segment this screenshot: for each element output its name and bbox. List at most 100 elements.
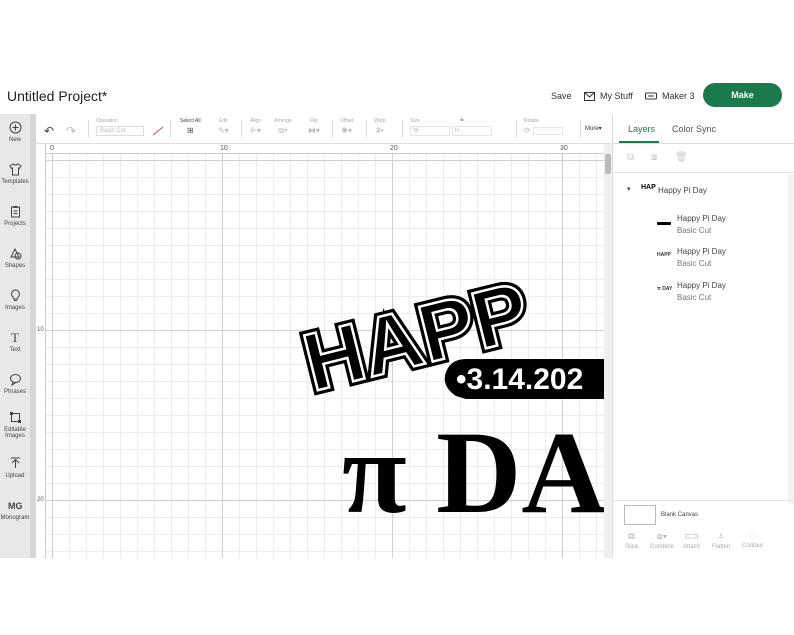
flip-label: Flip <box>309 118 319 124</box>
pi-day-text: π DA <box>342 407 604 538</box>
trash-icon[interactable]: 🗑︎ <box>675 152 688 163</box>
combine-button[interactable]: ⧈▾ Combine <box>650 531 674 550</box>
operation-select[interactable]: Operation Basic Cut <box>96 118 156 136</box>
ruler-mark: 10 <box>37 327 44 333</box>
sidebar-item-images[interactable]: Images <box>0 289 30 311</box>
tab-layers[interactable]: Layers <box>628 124 655 134</box>
tab-divider <box>613 143 794 144</box>
blank-canvas-label: Blank Canvas <box>661 512 699 518</box>
attach-button[interactable]: ⊂⊃ Attach <box>683 531 700 550</box>
arrange-label: Arrange <box>274 118 292 124</box>
project-title[interactable]: Untitled Project* <box>7 88 107 104</box>
pen-swatch-icon[interactable] <box>152 126 164 138</box>
more-button[interactable]: More▾ <box>585 125 602 132</box>
undo-button[interactable]: ↶ <box>44 124 54 138</box>
edit-button[interactable]: Edit ✎▾ <box>218 118 229 135</box>
sidebar-item-upload[interactable]: Upload <box>0 457 30 479</box>
size-w-field[interactable]: W <box>410 126 450 136</box>
ruler-mark: 0 <box>50 145 54 152</box>
operation-label: Operation <box>96 118 118 124</box>
lock-icon[interactable]: 🔒︎ <box>460 116 464 124</box>
sidebar-item-projects[interactable]: Projects <box>0 205 30 227</box>
redo-icon: ↷ <box>66 124 77 138</box>
select-all-label: Select All <box>180 118 201 124</box>
design-canvas[interactable]: HAPP HAPP •3.14.202 π DA <box>46 154 604 558</box>
undo-icon: ↶ <box>44 124 55 138</box>
flip-button[interactable]: Flip ⧓▾ <box>308 118 320 135</box>
rotate-icon: ⟳ <box>524 126 574 135</box>
canvas-scrollbar[interactable] <box>604 144 612 558</box>
toolbar-divider <box>516 120 517 138</box>
design-artwork[interactable]: HAPP HAPP •3.14.202 π DA <box>46 154 604 558</box>
left-sidebar: New Templates Projects Shapes Images T T… <box>0 114 36 558</box>
panel-scrollbar[interactable] <box>788 174 794 504</box>
sidebar-item-templates[interactable]: Templates <box>0 163 30 185</box>
sidebar-item-editable-images[interactable]: Editable Images <box>0 411 30 439</box>
machine-selector[interactable]: Maker 3 <box>645 91 695 101</box>
attach-label: Attach <box>683 544 701 550</box>
layer-name[interactable]: Happy Pi Day <box>677 281 726 290</box>
select-all-button[interactable]: Select All ⊞ <box>180 118 201 135</box>
size-h-field[interactable]: H <box>451 126 492 136</box>
layer-actions: ⧉ Slice ⧈▾ Combine ⊂⊃ Attach ⩡ Flatten ◌ Cont… <box>613 531 794 558</box>
layer-thumbnail-icon: π DAY <box>657 286 673 292</box>
toolbar-divider <box>580 120 581 138</box>
group-icon[interactable]: ⧉ <box>627 152 634 163</box>
sidebar-item-phrases[interactable]: Phrases <box>0 373 30 395</box>
scrollbar-thumb[interactable] <box>605 154 611 174</box>
group-name[interactable]: Happy Pi Day <box>658 186 707 195</box>
upload-icon <box>8 457 22 471</box>
layer-operation: Basic Cut <box>677 293 712 302</box>
sidebar-item-new[interactable]: New <box>0 121 30 143</box>
editable-image-icon <box>8 411 22 425</box>
blank-canvas-swatch[interactable] <box>624 505 656 525</box>
contour-button[interactable]: ◌ Contour <box>742 531 763 549</box>
ruler-mark: 20 <box>390 145 398 152</box>
pencil-icon: ✎▾ <box>218 126 229 135</box>
my-stuff-link[interactable]: My Stuff <box>584 91 633 101</box>
edit-toolbar: ↶ ↷ Operation Basic Cut Select All ⊞ Edi… <box>36 114 611 144</box>
plus-circle-icon <box>8 121 22 135</box>
combine-icon: ⧈▾ <box>656 531 668 541</box>
sidebar-item-shapes[interactable]: Shapes <box>0 247 30 269</box>
sidebar-item-monogram[interactable]: MG Monogram <box>0 499 30 521</box>
offset-icon: ✺▾ <box>341 126 352 135</box>
make-button[interactable]: Make <box>703 83 782 107</box>
layer-name[interactable]: Happy Pi Day <box>677 214 726 223</box>
select-all-icon: ⊞ <box>186 126 194 135</box>
save-link[interactable]: Save <box>551 91 572 101</box>
align-button[interactable]: Align ⊫▾ <box>250 118 261 135</box>
bulb-icon <box>8 289 22 303</box>
machine-label: Maker 3 <box>662 91 695 101</box>
rotate-control[interactable]: Rotate ⟳ <box>524 118 574 135</box>
save-label: Save <box>551 91 572 101</box>
sidebar-item-text[interactable]: T Text <box>0 330 30 354</box>
slice-button[interactable]: ⧉ Slice <box>625 531 638 550</box>
warp-icon: ⩩▾ <box>376 126 384 135</box>
offset-button[interactable]: Offset ✺▾ <box>340 118 353 135</box>
align-label: Align <box>250 118 262 124</box>
monogram-icon: MG <box>8 501 23 511</box>
layer-name[interactable]: Happy Pi Day <box>677 247 726 256</box>
flatten-button[interactable]: ⩡ Flatten <box>712 531 730 550</box>
text-icon: T <box>11 330 19 345</box>
sidebar-item-label: Shapes <box>4 263 26 269</box>
redo-button[interactable]: ↷ <box>66 124 76 138</box>
contour-icon: ◌ <box>750 531 756 541</box>
arrange-icon: ⧉▾ <box>278 126 288 135</box>
sidebar-item-label: Phrases <box>3 389 26 395</box>
warp-button[interactable]: Warp ⩩▾ <box>374 118 386 136</box>
combine-label: Combine <box>650 544 675 550</box>
tab-color-sync[interactable]: Color Sync <box>672 124 716 134</box>
sidebar-item-label: Upload <box>5 473 25 479</box>
chevron-down-icon[interactable]: ▾ <box>627 185 631 193</box>
layer-operation: Basic Cut <box>677 259 712 268</box>
layer-operation: Basic Cut <box>677 226 712 235</box>
toolbar-divider <box>402 120 403 138</box>
group-thumbnail-icon: HAP <box>641 184 656 191</box>
arrange-button[interactable]: Arrange ⧉▾ <box>274 118 292 136</box>
ungroup-icon[interactable]: ⧇ <box>651 152 657 163</box>
sidebar-item-label: New <box>8 137 21 143</box>
flatten-label: Flatten <box>712 544 731 550</box>
flip-icon: ⧓▾ <box>308 126 321 135</box>
